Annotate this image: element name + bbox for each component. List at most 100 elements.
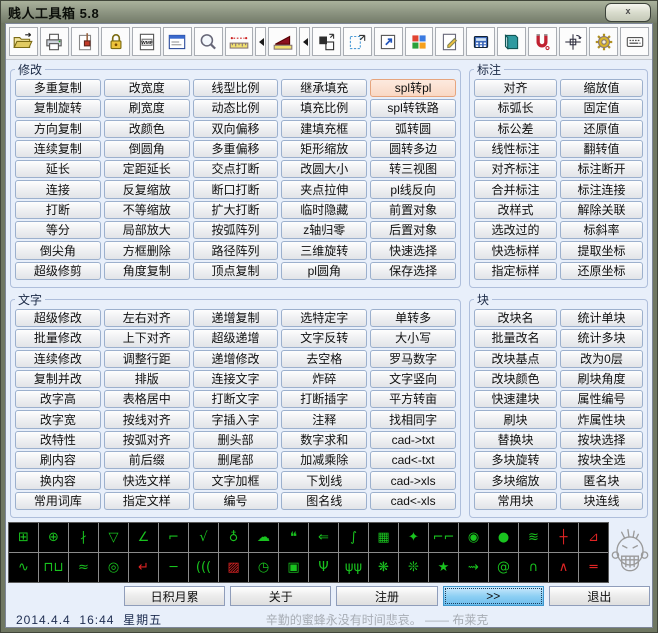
notebook-icon[interactable]	[496, 27, 526, 56]
command-button[interactable]: 双向偏移	[192, 119, 279, 138]
area-dropdown[interactable]	[299, 27, 311, 56]
spiral-icon[interactable]: @	[489, 553, 518, 582]
command-button[interactable]: 打断插字	[281, 390, 368, 409]
command-button[interactable]: 常用块	[474, 491, 557, 510]
coil-icon[interactable]: (((	[189, 553, 218, 582]
command-button[interactable]: 转三视图	[370, 160, 456, 179]
command-button[interactable]: 改块名	[474, 309, 557, 328]
command-button[interactable]: 常用词库	[15, 491, 101, 510]
command-button[interactable]: 超级递增	[192, 329, 279, 348]
section-line-icon[interactable]: ∤	[69, 523, 98, 552]
expand-button[interactable]: >>	[442, 586, 544, 606]
command-button[interactable]: 匿名块	[560, 471, 643, 490]
gear-icon[interactable]	[589, 27, 619, 56]
command-button[interactable]: 炸碎	[281, 369, 368, 389]
command-button[interactable]: 左右对齐	[103, 309, 190, 328]
grass-icon[interactable]: ψψ	[339, 553, 368, 582]
command-button[interactable]: 快速选择	[370, 241, 456, 260]
command-button[interactable]: 连续复制	[15, 139, 101, 159]
clock-icon[interactable]: ◷	[249, 553, 278, 582]
command-button[interactable]: 多块缩放	[474, 471, 557, 490]
command-button[interactable]: pl圆角	[281, 261, 368, 280]
cross-mark-icon[interactable]: ┼	[549, 523, 578, 552]
command-button[interactable]: 改块基点	[474, 349, 557, 368]
command-button[interactable]: 改为0层	[560, 349, 643, 368]
point-icon[interactable]: ●	[489, 523, 518, 552]
command-button[interactable]: 多重偏移	[192, 139, 279, 159]
command-button[interactable]: 块连线	[560, 491, 643, 510]
command-button[interactable]: 按块全选	[560, 451, 643, 470]
command-button[interactable]: 交点打断	[192, 160, 279, 179]
command-button[interactable]: 对齐标注	[474, 160, 557, 179]
command-button[interactable]: 按块选择	[560, 430, 643, 450]
zigzag-icon[interactable]: ≈	[69, 553, 98, 582]
stairs-icon[interactable]: ⌐⌐	[429, 523, 458, 552]
command-button[interactable]: 按弧对齐	[103, 430, 190, 450]
command-button[interactable]: 路径阵列	[192, 241, 279, 260]
command-button[interactable]: 刷块	[474, 410, 557, 429]
command-button[interactable]: 还原坐标	[560, 261, 643, 280]
command-button[interactable]: 统计单块	[560, 309, 643, 328]
command-button[interactable]: 扩大打断	[192, 200, 279, 220]
command-button[interactable]: 改宽度	[103, 79, 190, 98]
command-button[interactable]: 刷块角度	[560, 369, 643, 389]
command-button[interactable]: 缩放值	[560, 79, 643, 98]
roof-line-icon[interactable]: ∧	[549, 553, 578, 582]
command-button[interactable]: 字插入字	[192, 410, 279, 429]
table-icon[interactable]: ▦	[369, 523, 398, 552]
wmf-export-icon[interactable]: WMF	[132, 27, 161, 56]
command-button[interactable]: 快选文样	[103, 471, 190, 490]
command-button[interactable]: 方框删除	[103, 241, 190, 260]
command-button[interactable]: 圆转多边	[370, 139, 456, 159]
command-button[interactable]: 超级修剪	[15, 261, 101, 280]
command-button[interactable]: 连续修改	[15, 349, 101, 368]
command-button[interactable]: 单转多	[370, 309, 456, 328]
command-button[interactable]: cad->txt	[370, 430, 456, 450]
command-button[interactable]: 递增修改	[192, 349, 279, 368]
command-button[interactable]: 标公差	[474, 119, 557, 138]
register-button[interactable]: 注册	[336, 586, 438, 606]
command-button[interactable]: 线型比例	[192, 79, 279, 98]
command-button[interactable]: 数字求和	[281, 430, 368, 450]
command-button[interactable]: cad<-xls	[370, 491, 456, 510]
shortcut-icon[interactable]	[373, 27, 403, 56]
command-button[interactable]: 删尾部	[192, 451, 279, 470]
command-button[interactable]: 刷宽度	[103, 99, 190, 118]
slope-ratio-icon[interactable]: ∠	[129, 523, 158, 552]
command-button[interactable]: 按线对齐	[103, 410, 190, 429]
color-blocks-icon[interactable]	[404, 27, 434, 56]
command-button[interactable]: 夹点拉伸	[281, 180, 368, 199]
command-button[interactable]: 标弧长	[474, 99, 557, 118]
break-arrow-icon[interactable]: ⇐	[309, 523, 338, 552]
command-button[interactable]: 解除关联	[560, 200, 643, 220]
command-button[interactable]: 继承填充	[281, 79, 368, 98]
command-button[interactable]: 还原值	[560, 119, 643, 138]
command-button[interactable]: 改字宽	[15, 410, 101, 429]
command-button[interactable]: 提取坐标	[560, 241, 643, 260]
command-button[interactable]: 上下对齐	[103, 329, 190, 348]
command-button[interactable]: 延长	[15, 160, 101, 179]
edit-note-icon[interactable]	[435, 27, 465, 56]
command-button[interactable]: 复制并改	[15, 369, 101, 389]
command-button[interactable]: 前后缀	[103, 451, 190, 470]
command-button[interactable]: 定距延长	[103, 160, 190, 179]
north-arrow-icon[interactable]: ◉	[459, 523, 488, 552]
survey-point-icon[interactable]: ♁	[219, 523, 248, 552]
command-button[interactable]: 多块旋转	[474, 451, 557, 470]
command-button[interactable]: 改圆大小	[281, 160, 368, 179]
command-button[interactable]: 指定文样	[103, 491, 190, 510]
command-button[interactable]: 后置对象	[370, 221, 456, 240]
command-button[interactable]: 文字反转	[281, 329, 368, 348]
command-button[interactable]: 找相同字	[370, 410, 456, 429]
axis-circle-icon[interactable]: ⊕	[39, 523, 68, 552]
command-button[interactable]: 属性编号	[560, 390, 643, 409]
hatch-box-icon[interactable]: ▨	[219, 553, 248, 582]
command-button[interactable]: spl转铁路	[370, 99, 456, 118]
command-button[interactable]: 动态比例	[192, 99, 279, 118]
command-button[interactable]: 建填充框	[281, 119, 368, 138]
command-button[interactable]: 文字竖向	[370, 369, 456, 389]
selection-scale-icon[interactable]	[342, 27, 372, 56]
command-button[interactable]: 刷内容	[15, 451, 101, 470]
command-button[interactable]: 打断	[15, 200, 101, 220]
keyboard-icon[interactable]	[620, 27, 649, 56]
